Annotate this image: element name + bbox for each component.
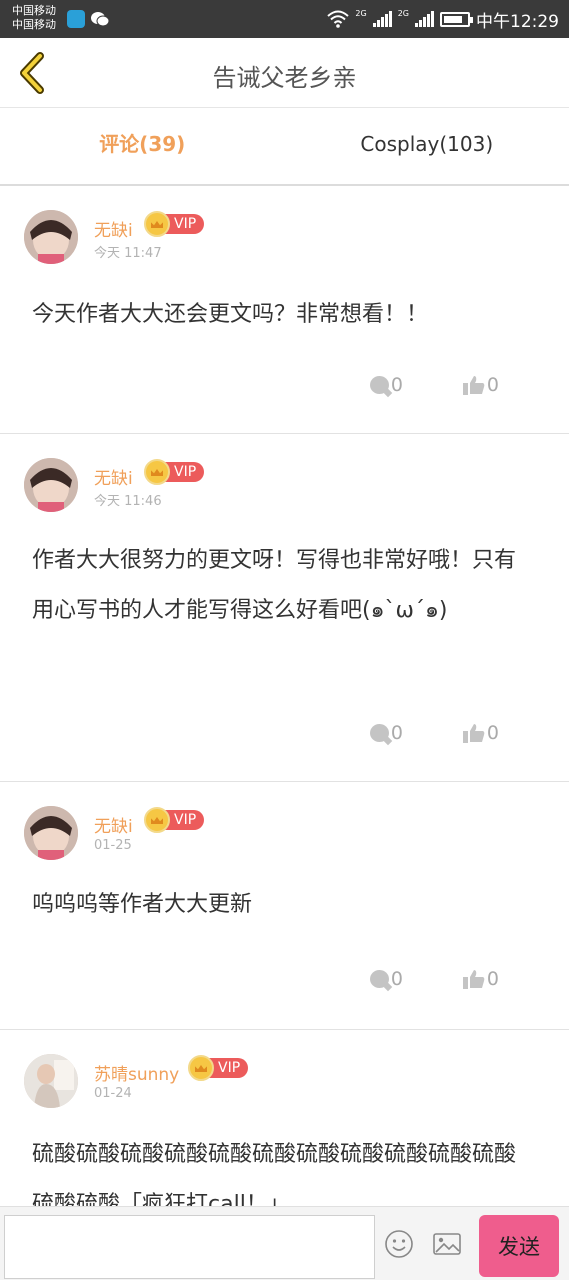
vip-label: VIP [164,810,205,830]
carrier-info: 中国移动 中国移动 [12,4,56,32]
thumbs-up-icon [462,376,485,395]
like-button[interactable]: 0 [462,374,499,396]
image-icon[interactable] [432,1229,462,1259]
comment-time: 今天 11:47 [94,246,162,261]
wechat-icon [90,10,110,28]
crown-icon [144,211,170,237]
comment-bubble-icon [369,376,389,394]
comment-bubble-icon [369,724,389,742]
comment-time: 01-25 [94,838,132,853]
thumbs-up-icon [462,970,485,989]
avatar[interactable] [24,806,78,860]
comment-actions: 0 0 [369,374,499,396]
username[interactable]: 无缺i [94,216,133,241]
reply-count: 0 [390,374,403,396]
vip-badge: VIP [188,1055,249,1081]
comment-item: 无缺i VIP 今天 11:46 作者大大很努力的更文呀！写得也非常好哦！只有用… [0,434,569,782]
avatar[interactable] [24,458,78,512]
vip-label: VIP [208,1058,249,1078]
comment-item: 无缺i VIP 今天 11:47 今天作者大大还会更文吗？非常想看！！ 0 0 [0,186,569,434]
comment-text: 作者大大很努力的更文呀！写得也非常好哦！只有用心写书的人才能写得这么好看吧(๑`… [32,548,517,623]
carrier-1: 中国移动 [12,4,56,17]
status-bar: 中国移动 中国移动 2G 2G 中午12:29 [0,0,569,38]
like-count: 0 [486,374,499,396]
clock: 中午12:29 [476,11,559,32]
avatar[interactable] [24,210,78,264]
battery-icon [440,11,473,27]
security-app-icon [67,10,85,28]
network-type-1: 2G [355,8,367,18]
comment-input[interactable] [4,1215,375,1279]
reply-button[interactable]: 0 [369,374,403,396]
like-count: 0 [486,722,499,744]
crown-icon [188,1055,214,1081]
signal-icon-2 [415,11,434,27]
wifi-icon [327,10,350,28]
reply-button[interactable]: 0 [369,722,403,744]
reply-count: 0 [390,722,403,744]
comment-input-bar: 发送 [0,1206,569,1280]
comment-time: 今天 11:46 [94,494,162,509]
comment-item: 无缺i VIP 01-25 呜呜呜等作者大大更新 0 0 [0,782,569,1030]
thumbs-up-icon [462,724,485,743]
crown-icon [144,807,170,833]
emoji-icon[interactable] [384,1229,414,1259]
carrier-2: 中国移动 [12,18,56,31]
vip-badge: VIP [144,459,205,485]
send-button[interactable]: 发送 [479,1215,559,1277]
comment-bubble-icon [369,970,389,988]
comment-text: 今天作者大大还会更文吗？非常想看！！ [32,302,429,327]
tab-comments[interactable]: 评论(39) [0,108,285,184]
page-title: 告诫父老乡亲 [212,64,357,92]
comment-text: 呜呜呜等作者大大更新 [32,892,253,917]
comment-actions: 0 0 [369,968,499,990]
signal-icon-1 [372,11,392,27]
avatar[interactable] [24,1054,78,1108]
network-type-2: 2G [397,8,409,18]
tab-cosplay[interactable]: Cosplay(103) [285,108,569,184]
vip-label: VIP [164,462,205,482]
username[interactable]: 无缺i [94,812,133,837]
comment-time: 01-24 [94,1086,132,1101]
nav-header: 告诫父老乡亲 [0,38,569,108]
reply-count: 0 [390,968,403,990]
comment-item: 苏晴sunny VIP 01-24 硫酸硫酸硫酸硫酸硫酸硫酸硫酸硫酸硫酸硫酸硫酸… [0,1030,569,1206]
vip-badge: VIP [144,211,205,237]
like-button[interactable]: 0 [462,968,499,990]
username[interactable]: 苏晴sunny [94,1060,179,1085]
like-button[interactable]: 0 [462,722,499,744]
comment-text: 硫酸硫酸硫酸硫酸硫酸硫酸硫酸硫酸硫酸硫酸硫酸硫酸硫酸「疯狂打call！」 [32,1142,517,1206]
comment-list[interactable]: 无缺i VIP 今天 11:47 今天作者大大还会更文吗？非常想看！！ 0 0 … [0,186,569,1206]
crown-icon [144,459,170,485]
reply-button[interactable]: 0 [369,968,403,990]
vip-label: VIP [164,214,205,234]
comment-actions: 0 0 [369,722,499,744]
status-right: 2G 2G 中午12:29 [327,7,559,32]
username[interactable]: 无缺i [94,464,133,489]
like-count: 0 [486,968,499,990]
tab-bar: 评论(39) Cosplay(103) [0,108,569,186]
vip-badge: VIP [144,807,205,833]
